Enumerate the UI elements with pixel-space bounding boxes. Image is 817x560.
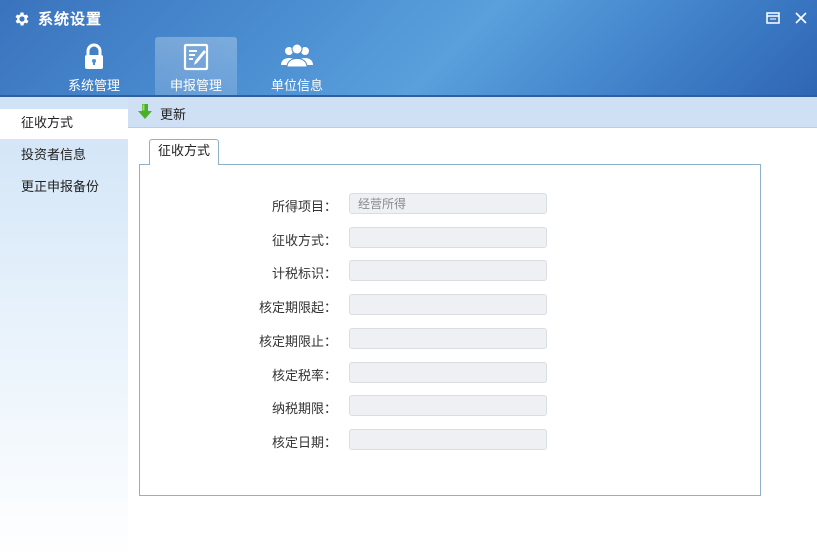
nav-tab-label: 单位信息 — [270, 79, 323, 94]
nav-tab-system-management[interactable]: 系统管理 — [53, 37, 135, 97]
toolbar: 更新 — [128, 97, 817, 128]
app-header: 系统设置 系统管理 申报管理 单位信息 — [0, 0, 817, 97]
field-label: 核定税率： — [271, 369, 337, 384]
sidebar: 征收方式 投资者信息 更正申报备份 — [0, 97, 128, 560]
form-row: 所得项目： — [140, 193, 762, 215]
form-row: 核定期限止： — [140, 328, 762, 350]
tax-period-field[interactable] — [349, 395, 547, 416]
nav-tab-label: 系统管理 — [67, 79, 120, 94]
tax-rate-field[interactable] — [349, 362, 547, 383]
nav-tab-declaration-management[interactable]: 申报管理 — [155, 37, 237, 97]
sidebar-item-investor-info[interactable]: 投资者信息 — [0, 141, 128, 171]
field-label: 所得项目： — [271, 200, 337, 215]
field-label: 核定期限止： — [258, 335, 337, 350]
form-row: 核定期限起： — [140, 294, 762, 316]
tax-indicator-field[interactable] — [349, 260, 547, 281]
window-title: 系统设置 — [38, 10, 103, 28]
nav-tab-unit-info[interactable]: 单位信息 — [256, 37, 338, 97]
form-row: 计税标识： — [140, 260, 762, 282]
sidebar-item-collection-method[interactable]: 征收方式 — [0, 109, 128, 139]
refresh-label: 更新 — [160, 108, 187, 123]
download-arrow-icon — [138, 104, 152, 119]
title-bar: 系统设置 — [0, 0, 817, 36]
form-panel: 所得项目： 征收方式： 计税标识： 核定期限起： 核定期限止： 核定税率： 纳税… — [139, 164, 761, 496]
form-row: 纳税期限： — [140, 395, 762, 417]
field-label: 核定日期： — [271, 436, 337, 451]
sidebar-item-correction-backup[interactable]: 更正申报备份 — [0, 173, 128, 203]
period-end-field[interactable] — [349, 328, 547, 349]
edit-document-icon — [183, 43, 209, 71]
field-label: 计税标识： — [271, 267, 337, 282]
tab-collection-method[interactable]: 征收方式 — [149, 139, 219, 165]
approval-date-field[interactable] — [349, 429, 547, 450]
collection-method-field[interactable] — [349, 227, 547, 248]
maximize-icon[interactable] — [765, 10, 781, 26]
form-row: 核定税率： — [140, 362, 762, 384]
form-row: 征收方式： — [140, 227, 762, 249]
gear-icon — [15, 12, 29, 26]
field-label: 核定期限起： — [258, 301, 337, 316]
income-item-field[interactable] — [349, 193, 547, 214]
period-start-field[interactable] — [349, 294, 547, 315]
users-icon — [281, 43, 313, 68]
close-icon[interactable] — [793, 10, 809, 26]
form-row: 核定日期： — [140, 429, 762, 451]
lock-icon — [85, 43, 103, 69]
field-label: 征收方式： — [271, 234, 337, 249]
nav-tab-label: 申报管理 — [169, 79, 222, 94]
field-label: 纳税期限： — [271, 402, 337, 417]
